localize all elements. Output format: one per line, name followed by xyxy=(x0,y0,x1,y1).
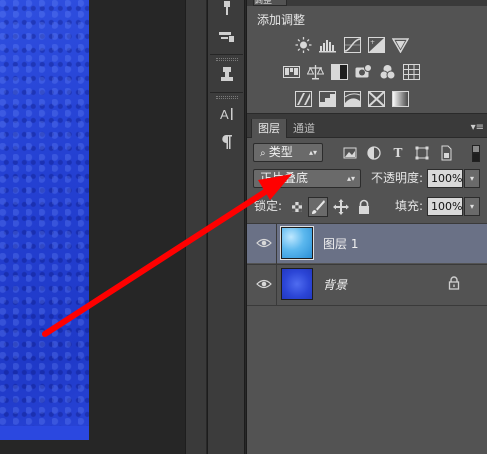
strip-separator xyxy=(210,92,243,93)
color-lookup-icon[interactable] xyxy=(403,64,420,80)
canvas-bottom-edge xyxy=(0,426,89,440)
tab-adjustments-label: 调整 xyxy=(254,0,273,6)
filter-shape-icon[interactable] xyxy=(414,145,430,161)
hue-saturation-icon[interactable] xyxy=(283,64,300,80)
document-canvas[interactable] xyxy=(0,0,89,440)
lock-transparent-icon[interactable] xyxy=(289,199,305,215)
tab-channels[interactable]: 通道 xyxy=(287,119,321,138)
collapsed-panel-strip: A xyxy=(207,0,245,454)
filter-type-icon[interactable]: T xyxy=(390,145,406,161)
lock-image-pixels-button[interactable] xyxy=(308,197,328,217)
levels-icon[interactable] xyxy=(319,37,336,53)
adjustments-tabbar: 调整 xyxy=(247,0,487,6)
fill-dropdown-button[interactable]: ▾ xyxy=(464,197,480,216)
clone-source-icon[interactable] xyxy=(216,66,238,86)
blend-mode-dropdown[interactable]: 正片叠底 ▴▾ xyxy=(253,169,361,188)
canvas-scroll-area[interactable] xyxy=(185,0,206,454)
lock-fill-row: 锁定: 填充: 100% ▾ xyxy=(247,195,487,221)
svg-text:A: A xyxy=(220,107,229,122)
canvas-area[interactable] xyxy=(0,0,206,454)
fill-label: 填充: xyxy=(395,199,424,213)
filter-adjustment-icon[interactable] xyxy=(366,145,382,161)
blend-mode-value: 正片叠底 xyxy=(260,171,309,185)
channel-mixer-icon[interactable] xyxy=(379,64,396,80)
layer-row[interactable]: 图层 1 xyxy=(247,223,487,264)
lock-all-icon[interactable] xyxy=(356,199,372,215)
lock-icon xyxy=(448,276,460,290)
filter-smart-object-icon[interactable] xyxy=(438,145,454,161)
tool-presets-icon[interactable] xyxy=(216,28,238,48)
threshold-icon[interactable] xyxy=(344,91,361,107)
opacity-dropdown-button[interactable]: ▾ xyxy=(464,169,480,188)
exposure-icon[interactable]: + xyxy=(368,37,385,53)
layer-row[interactable]: 背景 xyxy=(247,264,487,305)
layers-panel: 图层 通道 ▾≡ ⌕ 类型 ▴▾ T 正片叠底 ▴▾ 不透明度: 100% ▾ … xyxy=(247,119,487,454)
filter-pixel-icon[interactable] xyxy=(342,145,358,161)
adjustments-title: 添加调整 xyxy=(257,13,306,27)
selective-color-icon[interactable] xyxy=(368,91,385,107)
visibility-eye-icon[interactable] xyxy=(256,237,272,249)
opacity-label: 不透明度: xyxy=(371,171,424,185)
vibrance-icon[interactable] xyxy=(392,37,409,53)
paragraph-panel-icon[interactable] xyxy=(216,134,238,154)
filter-toggle-switch[interactable] xyxy=(472,145,480,162)
strip-separator xyxy=(210,54,243,55)
fill-input[interactable]: 100% xyxy=(427,197,463,216)
photo-filter-icon[interactable] xyxy=(355,64,372,80)
invert-icon[interactable] xyxy=(295,91,312,107)
gradient-map-icon[interactable] xyxy=(392,91,409,107)
posterize-icon[interactable] xyxy=(319,91,336,107)
filter-kind-dropdown[interactable]: ⌕ 类型 ▴▾ xyxy=(253,143,323,162)
panel-menu-icon[interactable]: ▾≡ xyxy=(471,122,484,133)
history-brush-icon[interactable] xyxy=(216,0,238,20)
brightness-contrast-icon[interactable] xyxy=(295,37,312,53)
layers-tabbar: 图层 通道 ▾≡ xyxy=(247,119,487,138)
curves-icon[interactable] xyxy=(344,37,361,53)
chevron-updown-icon: ▴▾ xyxy=(346,174,355,183)
color-balance-icon[interactable] xyxy=(307,64,324,80)
visibility-eye-icon[interactable] xyxy=(256,278,272,290)
character-panel-icon[interactable]: A xyxy=(216,106,238,126)
layer-name[interactable]: 图层 1 xyxy=(323,235,358,252)
panel-grip[interactable] xyxy=(216,58,238,61)
layer-name[interactable]: 背景 xyxy=(323,276,347,293)
panel-grip[interactable] xyxy=(216,96,238,99)
layers-list-end xyxy=(247,305,487,306)
panel-column: 调整 添加调整 + 图层 通道 ▾≡ ⌕ 类型 ▴▾ T 正片叠底 ▴▾ 不透明… xyxy=(246,0,487,454)
layer-thumbnail[interactable] xyxy=(281,268,313,300)
lock-position-icon[interactable] xyxy=(333,199,349,215)
brush-icon xyxy=(312,200,325,214)
svg-text:+: + xyxy=(370,39,375,46)
filter-kind-value: 类型 xyxy=(268,145,293,159)
search-icon: ⌕ xyxy=(260,148,269,159)
tab-layers[interactable]: 图层 xyxy=(251,119,287,138)
layer-filter-row: ⌕ 类型 ▴▾ T xyxy=(247,141,487,167)
eye-column-divider xyxy=(276,224,277,264)
blend-opacity-row: 正片叠底 ▴▾ 不透明度: 100% ▾ xyxy=(247,167,487,193)
photoshop-workspace: A 调整 添加调整 + 图层 通道 ▾≡ ⌕ 类型 ▴▾ T 正片叠底 ▴▾ 不… xyxy=(0,0,487,454)
chevron-updown-icon: ▴▾ xyxy=(308,148,317,157)
opacity-input[interactable]: 100% xyxy=(427,169,463,188)
black-white-icon[interactable] xyxy=(331,64,348,80)
layer-thumbnail[interactable] xyxy=(280,226,314,260)
lock-label: 锁定: xyxy=(254,199,283,213)
eye-column-divider xyxy=(276,265,277,305)
adjustments-panel: 调整 添加调整 + xyxy=(247,0,487,113)
tab-adjustments[interactable]: 调整 xyxy=(253,0,287,6)
